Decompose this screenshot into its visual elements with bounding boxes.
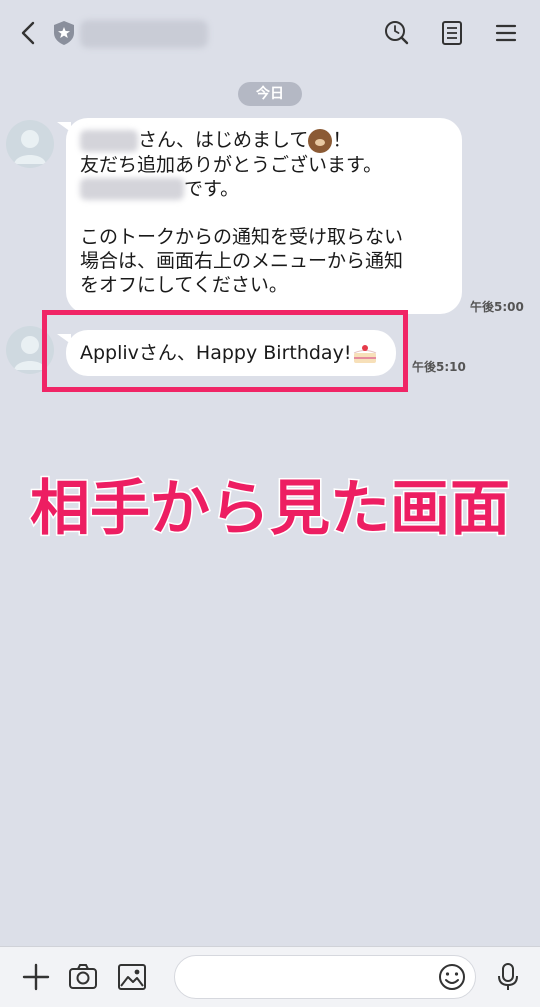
message-bubble[interactable]: さん、はじめまして ！ 友だち追加ありがとうございます。 です。 このトークからの…: [57, 118, 462, 314]
default-avatar-icon: [14, 130, 46, 164]
search-clock-icon[interactable]: [382, 18, 410, 48]
message-timestamp: 午後5:00: [470, 300, 524, 314]
message-timestamp: 午後5:10: [412, 360, 466, 374]
message-line: さん、はじめまして ！: [80, 128, 448, 153]
notes-icon[interactable]: [438, 18, 466, 48]
message-line: 場合は、画面右上のメニューから通知: [80, 249, 404, 272]
message-line: このトークからの通知を受け取らない: [80, 225, 404, 248]
blurred-text: [80, 178, 184, 200]
blurred-name: [80, 129, 138, 152]
overlay-caption: 相手から見た画面: [29, 473, 512, 546]
highlight-frame: [42, 310, 408, 392]
message-line: です。: [80, 177, 448, 201]
hamburger-menu-icon[interactable]: [492, 18, 520, 48]
image-icon[interactable]: [116, 961, 148, 993]
message-line: をオフにしてください。: [80, 273, 288, 296]
microphone-icon[interactable]: [492, 961, 524, 993]
composer-bar: [0, 946, 540, 1007]
message-input[interactable]: [174, 955, 476, 999]
bear-emoji-icon: [308, 128, 333, 153]
chevron-left-icon[interactable]: [14, 18, 42, 48]
chat-header: [0, 0, 540, 66]
camera-icon[interactable]: [67, 961, 99, 993]
message-text: です。: [184, 177, 240, 200]
bubble-tail: [57, 122, 71, 132]
message-text: ！: [332, 129, 352, 151]
message-text: さん、はじめまして: [138, 129, 309, 151]
smiley-icon[interactable]: [436, 961, 468, 993]
avatar[interactable]: [6, 120, 54, 168]
chat-partner-name-blurred: [80, 20, 208, 48]
date-separator: 今日: [238, 82, 302, 106]
plus-icon[interactable]: [20, 961, 52, 993]
message-line: 友だち追加ありがとうございます。: [80, 153, 383, 176]
shield-star-icon: [54, 21, 74, 45]
